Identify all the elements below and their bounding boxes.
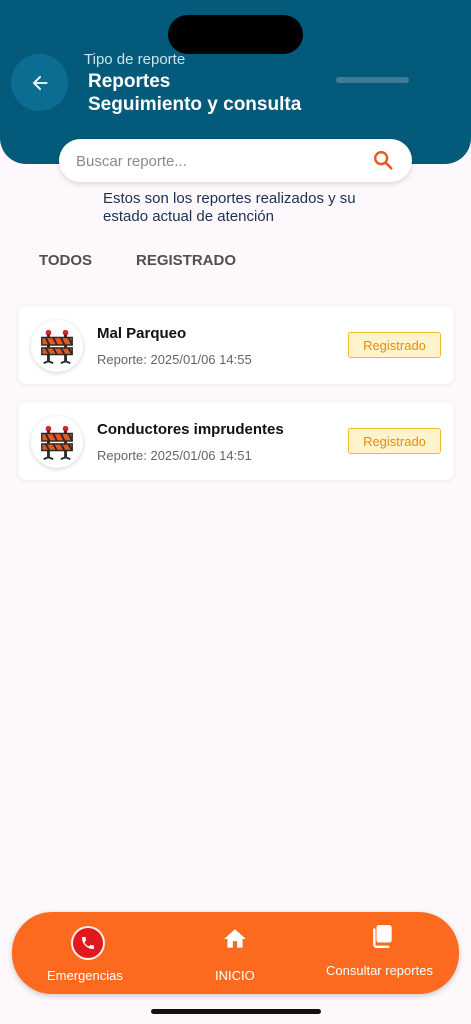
page-title-line1: Reportes [88,71,171,92]
report-card[interactable]: Mal Parqueo Reporte: 2025/01/06 14:55 Re… [18,306,454,384]
report-avatar [31,416,83,468]
report-avatar [31,320,83,372]
page-title-line2: Seguimiento y consulta [88,94,302,115]
emergency-button[interactable] [73,928,103,958]
nav-label-emergencias: Emergencias [47,968,123,983]
nav-consultar-reportes[interactable]: Consultar reportes [312,912,459,994]
report-date: Reporte: 2025/01/06 14:55 [97,352,252,367]
home-indicator [151,1009,321,1014]
nav-label-inicio: INICIO [215,968,255,983]
nav-emergencias[interactable]: Emergencias [12,912,162,994]
search-input[interactable] [76,150,366,172]
tab-registrado[interactable]: REGISTRADO [136,252,236,269]
report-title: Mal Parqueo [97,325,187,342]
arrow-left-icon [32,75,47,90]
nav-label-consultar-reportes: Consultar reportes [326,963,433,978]
search-bar [59,139,412,182]
road-barrier-icon [41,425,74,460]
nav-inicio[interactable]: INICIO [172,912,297,994]
road-barrier-icon [41,329,74,364]
camera-notch [168,15,303,54]
header-subtitle: Tipo de reporte [84,51,186,68]
report-date: Reporte: 2025/01/06 14:51 [97,448,252,463]
page-title: Reportes Seguimiento y consulta [88,70,301,116]
home-icon [224,929,246,948]
status-badge: Registrado [348,428,441,454]
active-tab-indicator [336,77,409,83]
status-badge: Registrado [348,332,441,358]
back-button[interactable] [11,54,68,111]
bottom-navigation: Emergencias INICIO Consultar reportes [12,912,459,994]
description-text: Estos son los reportes realizados y su e… [103,190,356,225]
report-title: Conductores imprudentes [97,421,284,438]
phone-icon [82,937,94,949]
search-icon[interactable] [372,149,394,171]
tab-todos[interactable]: TODOS [39,252,92,269]
documents-icon [373,925,392,949]
report-card[interactable]: Conductores imprudentes Reporte: 2025/01… [18,402,454,480]
